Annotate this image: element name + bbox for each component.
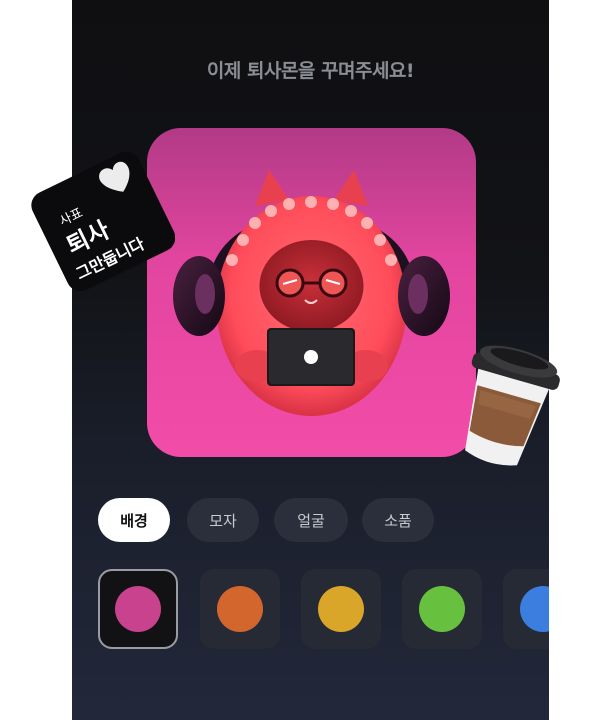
tab-background[interactable]: 배경 — [98, 498, 170, 542]
color-dot-yellow — [318, 586, 364, 632]
swatch-blue[interactable] — [503, 569, 549, 649]
color-dot-blue — [520, 586, 549, 632]
color-dot-orange — [217, 586, 263, 632]
resignation-sticker: 사표 퇴사 그만둡니다 — [31, 151, 175, 292]
color-dot-pink — [115, 586, 161, 632]
tab-face[interactable]: 얼굴 — [274, 498, 348, 542]
swatch-pink[interactable] — [98, 569, 178, 649]
swatch-orange[interactable] — [200, 569, 280, 649]
swatch-green[interactable] — [402, 569, 482, 649]
page-title: 이제 퇴사몬을 꾸며주세요! — [206, 60, 415, 82]
tab-hat[interactable]: 모자 — [187, 498, 259, 542]
avatar-preview-card — [147, 128, 476, 457]
character-illustration — [173, 170, 450, 416]
swatch-yellow[interactable] — [301, 569, 381, 649]
coffee-cup-icon — [465, 345, 560, 466]
color-dot-green — [419, 586, 465, 632]
tab-accessory[interactable]: 소품 — [362, 498, 434, 542]
